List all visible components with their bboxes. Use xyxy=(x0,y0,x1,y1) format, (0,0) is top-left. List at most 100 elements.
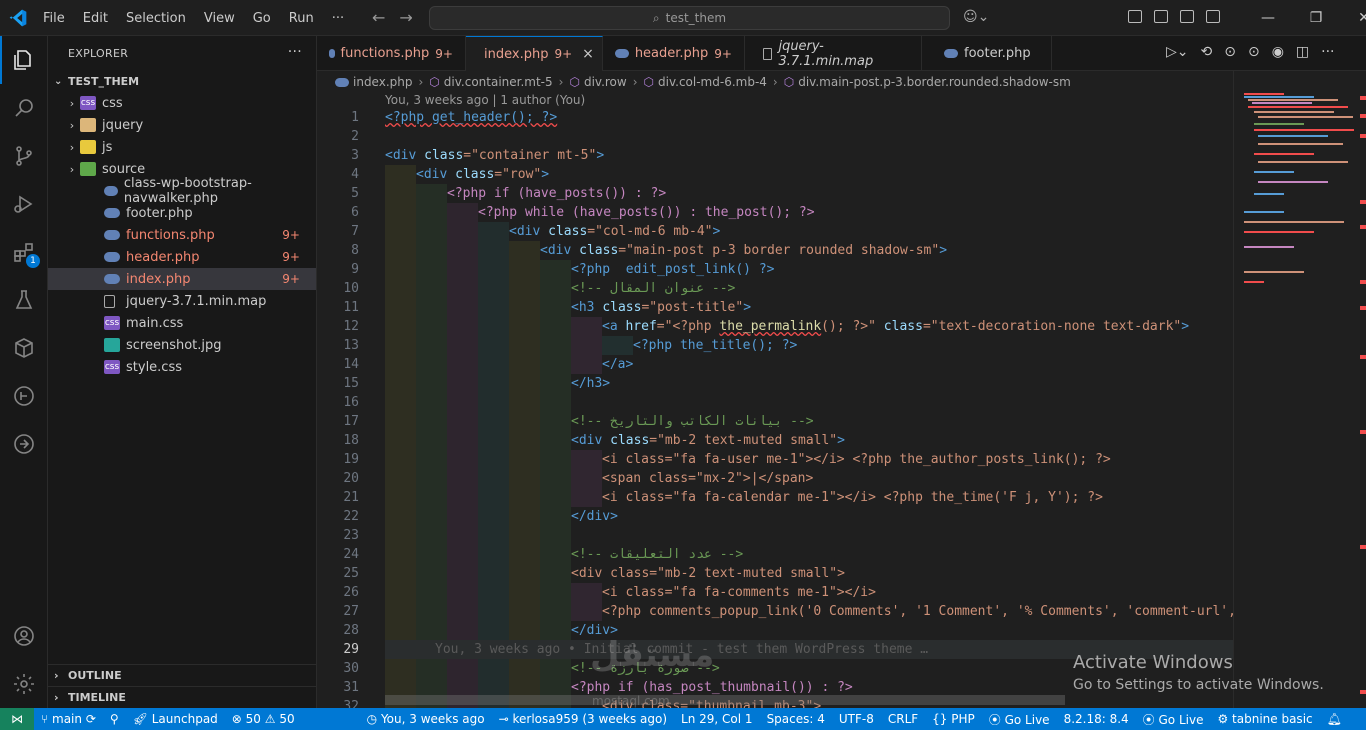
tree-folder-jquery[interactable]: › jquery xyxy=(48,114,316,136)
remote-explorer-icon[interactable] xyxy=(0,420,48,468)
indentation[interactable]: Spaces: 4 xyxy=(760,712,832,726)
tab-header-php[interactable]: header.php 9+ xyxy=(603,36,745,71)
tab-index-php[interactable]: index.php 9+ × xyxy=(466,36,603,71)
testing-icon[interactable] xyxy=(0,276,48,324)
tree-folder-js[interactable]: › js xyxy=(48,136,316,158)
copilot-icon[interactable]: ☺⌄ xyxy=(963,9,989,25)
workspace-root[interactable]: ⌄ TEST_THEM xyxy=(48,70,316,92)
tree-folder-css[interactable]: › css css xyxy=(48,92,316,114)
problems-item[interactable]: ⊗ 50 ⚠ 50 xyxy=(225,712,302,726)
search-icon: ⌕ xyxy=(652,10,660,25)
tree-file-functions[interactable]: functions.php 9+ xyxy=(48,224,316,246)
tree-file-header[interactable]: header.php 9+ xyxy=(48,246,316,268)
menu-view[interactable]: View xyxy=(195,11,244,26)
tree-file-screenshot[interactable]: screenshot.jpg xyxy=(48,334,316,356)
menu-go[interactable]: Go xyxy=(244,11,280,26)
more-actions-icon[interactable]: ··· xyxy=(1321,44,1334,60)
close-window-icon[interactable]: ✕ xyxy=(1340,0,1366,36)
split-editor-icon[interactable]: ◫ xyxy=(1296,44,1309,60)
tab-jquery-map[interactable]: jquery-3.7.1.min.map xyxy=(745,36,922,71)
search-view-icon[interactable] xyxy=(0,84,48,132)
workspace-root-label: TEST_THEM xyxy=(68,74,140,88)
git-graph-icon[interactable] xyxy=(0,372,48,420)
remote-indicator-icon[interactable]: ⋈ xyxy=(0,708,34,730)
php-file-icon xyxy=(104,274,120,284)
tab-functions-php[interactable]: functions.php 9+ xyxy=(317,36,466,71)
toggle-primary-sidebar-icon[interactable] xyxy=(1154,10,1168,23)
menu-edit[interactable]: Edit xyxy=(74,11,117,26)
tree-file-main-css[interactable]: css main.css xyxy=(48,312,316,334)
toggle-panel-icon[interactable] xyxy=(1180,10,1194,23)
error-marker xyxy=(1360,200,1366,204)
menu-selection[interactable]: Selection xyxy=(117,11,195,26)
run-icon[interactable]: ▷⌄ xyxy=(1166,44,1189,60)
branch-item[interactable]: ⑂ main ⟳ xyxy=(34,712,103,726)
toggle-secondary-sidebar-icon[interactable] xyxy=(1206,10,1220,23)
code-lens-blame[interactable]: You, 3 weeks ago | 1 author (You) xyxy=(385,93,585,107)
map-file-icon xyxy=(763,47,773,60)
tree-file-navwalker[interactable]: class-wp-bootstrap-navwalker.php xyxy=(48,176,316,206)
forward-arrow-icon[interactable]: → xyxy=(399,8,412,27)
minimap-line xyxy=(1254,193,1284,195)
open-changes-icon[interactable]: ⟲ xyxy=(1201,44,1213,60)
breadcrumb-item[interactable]: div.container.mt-5 xyxy=(444,75,553,89)
next-change-icon[interactable]: ⊙ xyxy=(1248,44,1260,60)
breadcrumb-item[interactable]: div.col-md-6.mb-4 xyxy=(658,75,767,89)
cursor-position[interactable]: Ln 29, Col 1 xyxy=(674,712,760,726)
horizontal-scrollbar[interactable] xyxy=(385,695,1065,705)
source-control-icon[interactable] xyxy=(0,132,48,180)
breadcrumb-item[interactable]: div.row xyxy=(584,75,627,89)
menu-more[interactable]: ··· xyxy=(323,11,353,26)
outline-section[interactable]: › OUTLINE xyxy=(48,664,316,686)
back-arrow-icon[interactable]: ← xyxy=(372,8,385,27)
tree-file-style-css[interactable]: css style.css xyxy=(48,356,316,378)
launchpad-item[interactable]: 🚀︎ Launchpad xyxy=(126,712,225,726)
author-item[interactable]: ⊸ kerlosa959 (3 weeks ago) xyxy=(492,712,674,726)
minimap[interactable] xyxy=(1233,71,1366,708)
vscode-logo-icon xyxy=(9,9,27,27)
git-lens-icon[interactable]: ◉ xyxy=(1272,44,1284,60)
code-line: <?php comments_popup_link('0 Comments', … xyxy=(602,604,1233,619)
minimize-icon[interactable]: — xyxy=(1244,0,1292,36)
code-line: <i class="fa fa-user me-1"></i> <?php th… xyxy=(602,452,1111,467)
command-center-search[interactable]: ⌕ test_them xyxy=(429,6,950,30)
tabnine-item[interactable]: ⚙ tabnine basic xyxy=(1210,712,1319,726)
php-version[interactable]: 8.2.18: 8.4 xyxy=(1057,712,1136,726)
accounts-icon[interactable] xyxy=(0,612,48,660)
go-live-item[interactable]: ⦿ Go Live xyxy=(982,711,1057,728)
extensions-icon[interactable]: 1 xyxy=(0,228,48,276)
go-live-item-2[interactable]: ⦿ Go Live xyxy=(1136,711,1211,728)
encoding[interactable]: UTF-8 xyxy=(832,712,881,726)
settings-gear-icon[interactable] xyxy=(0,660,48,708)
code-token: class xyxy=(548,224,588,239)
language-mode[interactable]: {} PHP xyxy=(925,712,982,726)
explorer-icon[interactable] xyxy=(0,36,48,84)
tree-file-index[interactable]: index.php 9+ xyxy=(48,268,316,290)
containers-icon[interactable] xyxy=(0,324,48,372)
previous-change-icon[interactable]: ⊙ xyxy=(1224,44,1236,60)
line-number: 3 xyxy=(351,148,359,163)
code-editor[interactable]: 1 <?php get_header(); ?> 2 3 <div class=… xyxy=(317,108,1233,708)
ports-icon[interactable]: ⚲ xyxy=(103,712,126,726)
blame-item[interactable]: ◷ You, 3 weeks ago xyxy=(360,712,492,726)
run-debug-icon[interactable] xyxy=(0,180,48,228)
indent-guide xyxy=(571,583,602,621)
end-of-line[interactable]: CRLF xyxy=(881,712,925,726)
breadcrumb-item[interactable]: index.php xyxy=(353,75,412,89)
minimap-line xyxy=(1244,281,1264,283)
source-folder-icon xyxy=(80,162,96,176)
tree-file-footer[interactable]: footer.php xyxy=(48,202,316,224)
restore-icon[interactable]: ❐ xyxy=(1292,0,1340,36)
close-tab-icon[interactable]: × xyxy=(582,46,594,62)
notifications-bell-icon[interactable]: 🔔︎ xyxy=(1320,712,1349,726)
code-token: > xyxy=(837,433,845,448)
customize-layout-icon[interactable] xyxy=(1128,10,1142,23)
more-actions-icon[interactable]: ··· xyxy=(288,44,302,60)
menu-run[interactable]: Run xyxy=(280,11,323,26)
php-file-icon xyxy=(944,49,958,58)
breadcrumb-item[interactable]: div.main-post.p-3.border.rounded.shadow-… xyxy=(798,75,1071,89)
tree-file-jquery-map[interactable]: jquery-3.7.1.min.map xyxy=(48,290,316,312)
timeline-section[interactable]: › TIMELINE xyxy=(48,686,316,708)
menu-file[interactable]: File xyxy=(34,11,74,26)
tab-footer-php[interactable]: footer.php xyxy=(922,36,1052,71)
